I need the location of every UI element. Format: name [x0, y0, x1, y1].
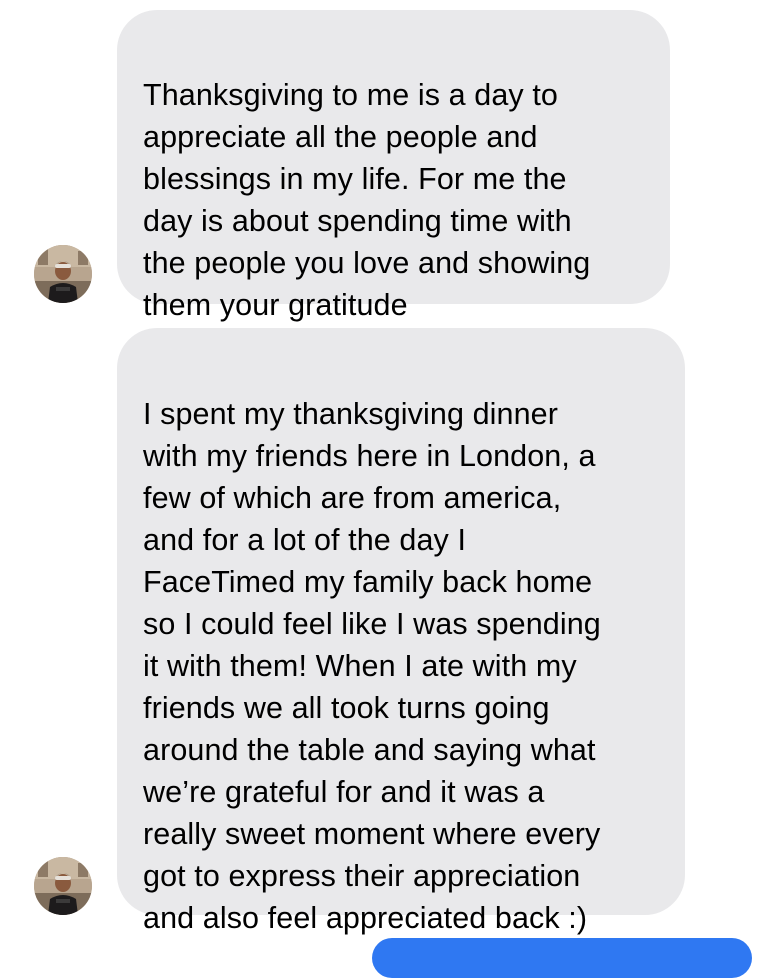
contact-avatar[interactable]	[34, 245, 92, 303]
message-text: Thanksgiving to me is a day to appreciat…	[143, 78, 591, 322]
person-photo-icon	[34, 245, 92, 303]
message-text: I spent my thanksgiving dinner with my f…	[143, 397, 601, 935]
incoming-message-bubble[interactable]: Thanksgiving to me is a day to appreciat…	[117, 10, 670, 322]
contact-avatar[interactable]	[34, 857, 92, 915]
outgoing-message-bubble[interactable]	[372, 938, 752, 978]
incoming-message-bubble[interactable]: I spent my thanksgiving dinner with my f…	[117, 328, 685, 935]
person-photo-icon	[34, 857, 92, 915]
